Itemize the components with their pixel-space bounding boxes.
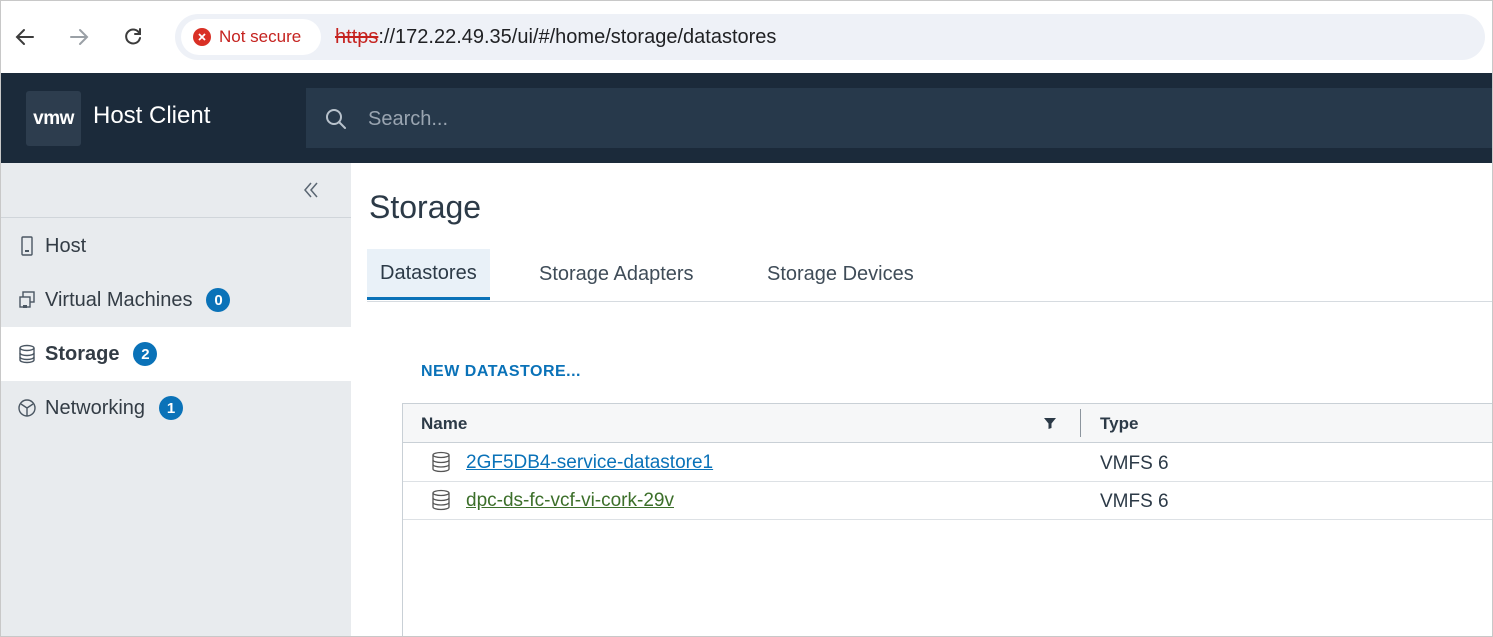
datastore-type: VMFS 6	[1100, 453, 1169, 474]
security-chip[interactable]: Not secure	[181, 19, 321, 55]
arrow-right-icon	[70, 29, 89, 45]
sidebar-item-virtual-machines[interactable]: Virtual Machines 0	[1, 273, 351, 327]
back-button[interactable]	[11, 23, 39, 51]
storage-icon	[17, 344, 37, 364]
sidebar-item-networking[interactable]: Networking 1	[1, 381, 351, 435]
sidebar: Host Virtual Machines 0 Storage 2 Networ…	[1, 163, 351, 636]
sidebar-divider	[1, 217, 351, 218]
app-title: Host Client	[93, 102, 211, 129]
url-rest: ://172.22.49.35/ui/#/home/storage/datast…	[378, 26, 777, 48]
reload-button[interactable]	[119, 23, 147, 51]
error-icon	[193, 28, 211, 46]
count-badge: 2	[133, 342, 158, 366]
column-header-type[interactable]: Type	[1100, 414, 1138, 434]
sidebar-item-storage[interactable]: Storage 2	[1, 327, 351, 381]
page-title: Storage	[369, 189, 482, 225]
tab-storage-devices[interactable]: Storage Devices	[754, 249, 927, 299]
host-icon	[17, 236, 37, 256]
url-scheme: https	[335, 26, 379, 48]
tab-storage-adapters[interactable]: Storage Adapters	[526, 249, 707, 299]
datastore-icon	[432, 451, 450, 473]
datastore-type: VMFS 6	[1100, 491, 1169, 512]
sidebar-item-label: Storage	[45, 342, 120, 365]
column-resize-handle[interactable]	[1080, 409, 1081, 437]
collapse-sidebar-button[interactable]	[301, 179, 321, 207]
tab-bar: Datastores Storage Adapters Storage Devi…	[367, 249, 1492, 302]
table-header: Name Type	[403, 404, 1492, 443]
url-text[interactable]: https://172.22.49.35/ui/#/home/storage/d…	[335, 26, 776, 49]
sidebar-item-label: Host	[45, 234, 87, 257]
reload-icon	[125, 28, 141, 45]
table-row[interactable]: dpc-ds-fc-vcf-vi-cork-29v VMFS 6	[403, 481, 1492, 520]
arrow-left-icon	[15, 29, 34, 45]
datastore-table: Name Type 2GF5DB4-service-datastore1 VMF…	[402, 403, 1492, 636]
count-badge: 0	[206, 288, 231, 312]
forward-button[interactable]	[65, 23, 93, 51]
vm-icon	[17, 290, 37, 310]
datastore-link[interactable]: 2GF5DB4-service-datastore1	[466, 452, 713, 474]
tab-datastores[interactable]: Datastores	[367, 249, 490, 300]
address-bar[interactable]: Not secure https://172.22.49.35/ui/#/hom…	[175, 14, 1485, 60]
double-chevron-left-icon	[304, 182, 318, 198]
filter-icon[interactable]	[1043, 416, 1057, 430]
search-input[interactable]	[366, 100, 970, 138]
browser-toolbar: Not secure https://172.22.49.35/ui/#/hom…	[1, 1, 1492, 73]
sidebar-item-label: Virtual Machines	[45, 288, 193, 311]
search-icon	[326, 109, 346, 129]
count-badge: 1	[159, 396, 184, 420]
datastore-icon	[432, 489, 450, 511]
table-row[interactable]: 2GF5DB4-service-datastore1 VMFS 6	[403, 443, 1492, 482]
app-header: vmw Host Client	[1, 73, 1492, 163]
network-icon	[17, 398, 37, 418]
datastore-link[interactable]: dpc-ds-fc-vcf-vi-cork-29v	[466, 490, 674, 512]
new-datastore-button[interactable]: NEW DATASTORE...	[421, 363, 581, 381]
sidebar-item-label: Networking	[45, 396, 146, 419]
window: Not secure https://172.22.49.35/ui/#/hom…	[0, 0, 1493, 637]
search-bar[interactable]	[306, 88, 1492, 148]
vmware-logo: vmw	[26, 91, 81, 146]
sidebar-item-host[interactable]: Host	[1, 219, 351, 273]
security-label: Not secure	[219, 27, 302, 46]
column-header-name[interactable]: Name	[421, 414, 467, 434]
